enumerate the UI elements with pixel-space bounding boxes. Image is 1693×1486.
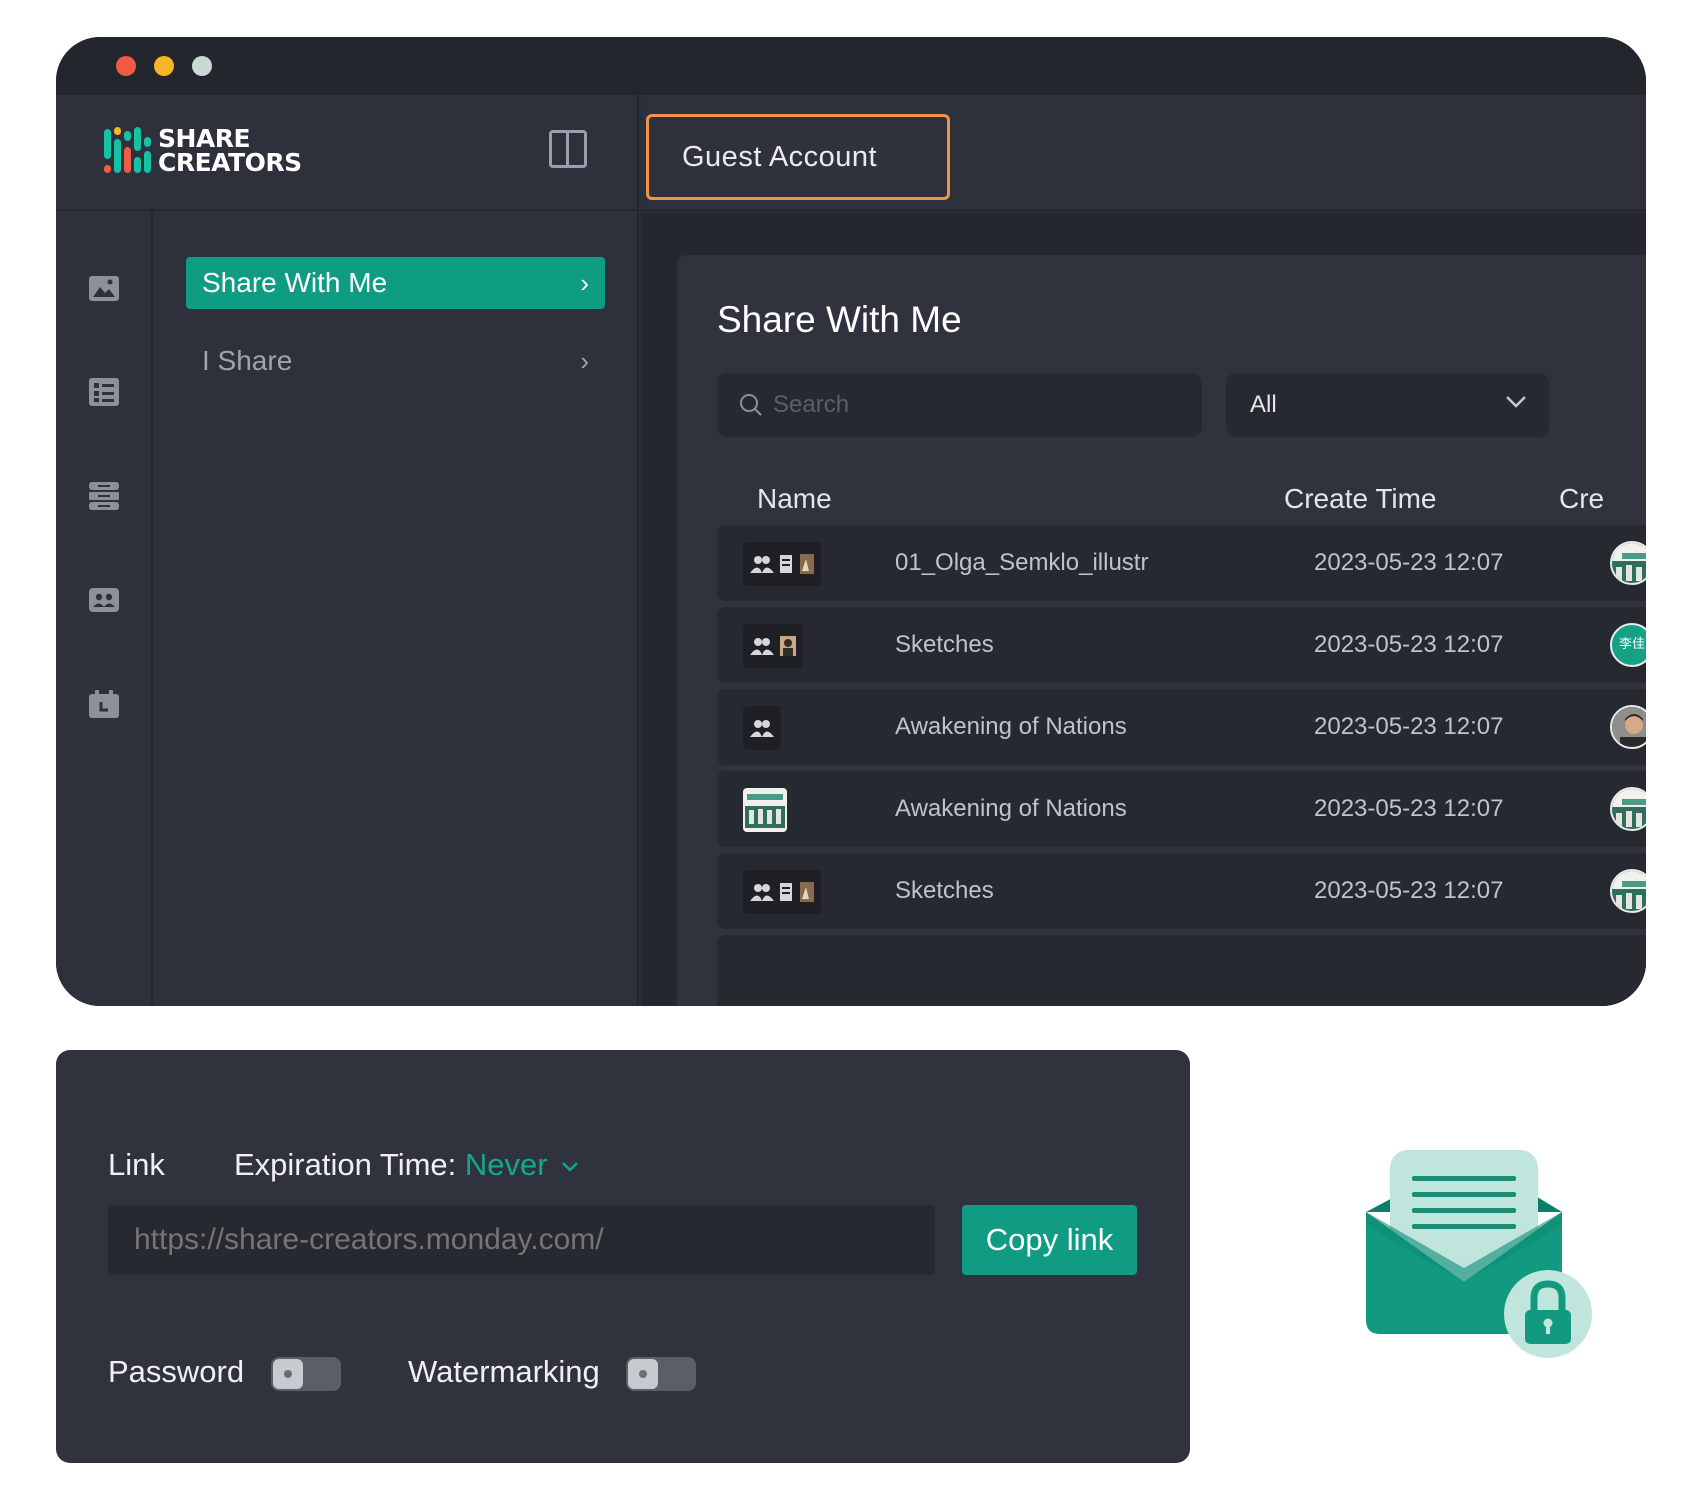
secure-mail-icon: [1366, 1150, 1592, 1358]
table-row[interactable]: Awakening of Nations 2023-05-23 12:07: [717, 689, 1646, 765]
app-window: SHARE CREATORS Guest Account Share With …: [56, 37, 1646, 1006]
content-area: Share With Me All Name Create Time: [641, 213, 1646, 1006]
creator-avatar[interactable]: [1610, 869, 1646, 913]
table-row[interactable]: Sketches 2023-05-23 12:07: [717, 853, 1646, 929]
row-name: Awakening of Nations: [895, 713, 1127, 740]
link-label: Link: [108, 1147, 165, 1182]
calendar-icon[interactable]: [88, 689, 120, 719]
expiration-control: Expiration Time: Never: [234, 1147, 580, 1183]
logo: SHARE CREATORS: [104, 126, 302, 177]
row-create-time: 2023-05-23 12:07: [1314, 795, 1504, 822]
brand-bar: SHARE CREATORS: [56, 95, 639, 211]
image-thumbnail: [743, 788, 787, 832]
logo-line-2: CREATORS: [158, 148, 302, 177]
row-name: 01_Olga_Semklo_illustr: [895, 549, 1149, 576]
creator-avatar[interactable]: 李佳: [1610, 623, 1646, 667]
list-icon[interactable]: [88, 377, 120, 407]
file-thumbnail: [743, 542, 821, 586]
share-link-panel: Link Expiration Time: Never Copy link Pa…: [56, 1050, 1190, 1463]
row-name: Sketches: [895, 631, 994, 658]
guest-account-button[interactable]: Guest Account: [646, 114, 950, 200]
panel-toggle-icon[interactable]: [549, 130, 587, 168]
creator-avatar[interactable]: [1610, 705, 1646, 749]
table-row[interactable]: [717, 935, 1646, 1006]
search-icon: [740, 394, 762, 416]
minimize-window-button[interactable]: [154, 56, 174, 76]
icon-rail: [56, 211, 153, 1006]
title-bar: [56, 37, 1646, 95]
expiration-select[interactable]: Never: [465, 1147, 580, 1182]
image-icon[interactable]: [88, 273, 120, 303]
password-toggle[interactable]: [271, 1357, 341, 1391]
expiration-label: Expiration Time:: [234, 1147, 457, 1182]
row-create-time: 2023-05-23 12:07: [1314, 713, 1504, 740]
avatar-initials: 李佳: [1618, 637, 1645, 652]
table-row[interactable]: 01_Olga_Semklo_illustr 2023-05-23 12:07: [717, 525, 1646, 601]
file-thumbnail: [743, 870, 821, 914]
column-header-create-time[interactable]: Create Time: [1284, 483, 1437, 515]
creator-avatar[interactable]: [1610, 541, 1646, 585]
page-title: Share With Me: [717, 299, 962, 340]
row-create-time: 2023-05-23 12:07: [1314, 549, 1504, 576]
chevron-right-icon: ›: [580, 268, 589, 298]
team-icon[interactable]: [88, 585, 120, 615]
search-box[interactable]: [717, 373, 1202, 437]
file-thumbnail: [743, 706, 781, 750]
shared-folder-icon: [743, 706, 781, 750]
row-create-time: 2023-05-23 12:07: [1314, 631, 1504, 658]
zoom-window-button[interactable]: [192, 56, 212, 76]
share-link-field[interactable]: [108, 1205, 935, 1275]
logo-mark-icon: [104, 127, 154, 175]
file-thumbnail: [743, 624, 803, 668]
chevron-down-icon: [562, 1161, 579, 1172]
row-name: Awakening of Nations: [895, 795, 1127, 822]
table-row[interactable]: Sketches 2023-05-23 12:07 李佳: [717, 607, 1646, 683]
file-thumbnail: [743, 788, 787, 832]
watermarking-toggle[interactable]: [626, 1357, 696, 1391]
password-label: Password: [108, 1354, 245, 1389]
logo-text: SHARE CREATORS: [158, 126, 302, 177]
nav-item-i-share[interactable]: I Share ›: [186, 335, 605, 387]
column-header-creator[interactable]: Cre: [1559, 483, 1604, 515]
watermarking-label: Watermarking: [408, 1354, 600, 1389]
column-header-name[interactable]: Name: [757, 483, 832, 515]
nav-item-share-with-me[interactable]: Share With Me ›: [186, 257, 605, 309]
creator-avatar[interactable]: [1610, 787, 1646, 831]
chevron-down-icon: [1506, 396, 1526, 408]
share-list-card: Share With Me All Name Create Time: [677, 255, 1646, 1006]
filter-select[interactable]: All: [1226, 373, 1549, 437]
storage-icon[interactable]: [88, 481, 120, 511]
copy-link-button[interactable]: Copy link: [962, 1205, 1137, 1275]
filter-select-value: All: [1250, 391, 1277, 418]
close-window-button[interactable]: [116, 56, 136, 76]
nav-item-label: Share With Me: [202, 267, 388, 298]
shared-folder-icon: [743, 624, 803, 668]
row-name: Sketches: [895, 877, 994, 904]
nav-item-label: I Share: [202, 345, 293, 376]
app-body: SHARE CREATORS Guest Account Share With …: [56, 95, 1646, 1006]
expiration-value: Never: [464, 1147, 548, 1182]
table-row[interactable]: Awakening of Nations 2023-05-23 12:07: [717, 771, 1646, 847]
chevron-right-icon: ›: [580, 346, 589, 376]
shared-folder-icon: [743, 542, 821, 586]
search-input[interactable]: [773, 373, 1173, 437]
nav-panel: Share With Me › I Share ›: [153, 211, 639, 1006]
shared-folder-icon: [743, 870, 821, 914]
row-create-time: 2023-05-23 12:07: [1314, 877, 1504, 904]
